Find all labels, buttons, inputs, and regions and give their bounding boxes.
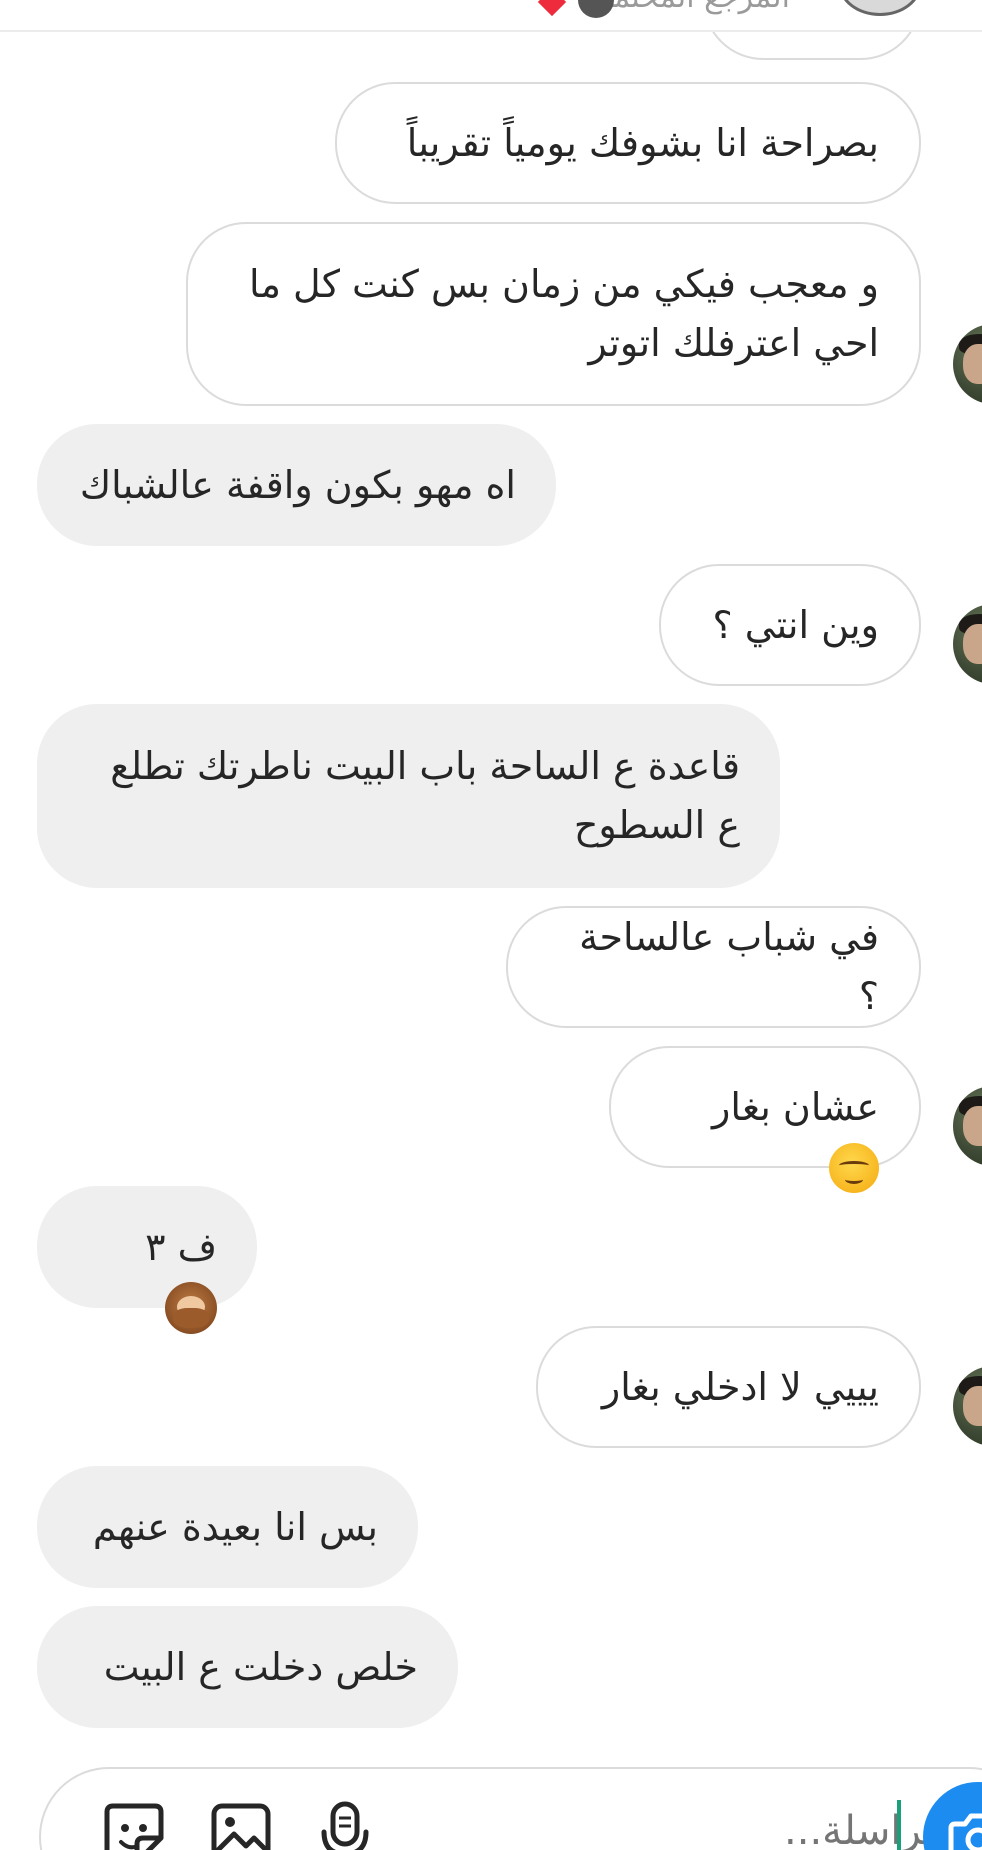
profile-avatar[interactable] (838, 0, 922, 16)
gallery-icon[interactable] (206, 1798, 276, 1850)
heart-icon (537, 0, 567, 17)
message-text: بصراحة انا بشوفك يومياً تقريباً (406, 120, 879, 165)
chat-screen: المرجع المحتملي بصراحة انا بشوفك يومياً … (0, 0, 982, 1850)
message-bubble-sent[interactable]: و معجب فيكي من زمان بس كنت كل ما احي اعت… (186, 222, 921, 406)
microphone-icon[interactable] (310, 1798, 380, 1850)
message-bubble-received[interactable]: بس انا بعيدة عنهم (37, 1466, 418, 1588)
message-text: اه مهو بكون واقفة عالشباك (79, 462, 516, 507)
message-text: قاعدة ع الساحة باب البيت ناطرتك تطلع ع ا… (110, 744, 740, 847)
message-bubble-received[interactable]: اه مهو بكون واقفة عالشباك (37, 424, 556, 546)
message-bubble-received[interactable]: قاعدة ع الساحة باب البيت ناطرتك تطلع ع ا… (37, 704, 780, 888)
message-bubble-received[interactable]: خلص دخلت ع البيت (37, 1606, 458, 1728)
sender-avatar[interactable] (953, 604, 982, 684)
message-bubble-sent[interactable]: يييي لا ادخلي بغار (536, 1326, 921, 1448)
sender-avatar[interactable] (953, 324, 982, 404)
sticker-icon[interactable] (99, 1798, 169, 1850)
message-text: يييي لا ادخلي بغار (601, 1364, 879, 1409)
message-bubble-sent[interactable]: عشان بغار (609, 1046, 921, 1193)
message-bubble-received[interactable]: ف ٣ (37, 1186, 257, 1334)
chat-header: المرجع المحتملي (0, 0, 982, 32)
story-ring-icon (578, 0, 614, 18)
message-text: و معجب فيكي من زمان بس كنت كل ما احي اعت… (249, 262, 879, 365)
message-bubble-sent[interactable]: بصراحة انا بشوفك يومياً تقريباً (335, 82, 921, 204)
message-text: في شباب عالساحة ؟ (579, 915, 879, 1018)
message-content: عشان بغار (651, 1019, 879, 1196)
see-no-evil-monkey-icon (165, 1282, 217, 1334)
message-composer (39, 1767, 982, 1850)
camera-icon (948, 1813, 982, 1850)
message-content: ف ٣ (77, 1159, 217, 1336)
sender-avatar[interactable] (953, 1366, 982, 1446)
message-bubble-sent[interactable]: وين انتي ؟ (659, 564, 921, 686)
text-caret (897, 1800, 901, 1850)
message-text: عشان بغار (712, 1084, 879, 1129)
sender-avatar[interactable] (953, 1086, 982, 1166)
message-bubble-sent[interactable]: في شباب عالساحة ؟ (506, 906, 921, 1028)
relieved-face-icon (829, 1143, 879, 1193)
message-input[interactable] (703, 1807, 947, 1850)
message-text: وين انتي ؟ (712, 602, 879, 647)
message-text: خلص دخلت ع البيت (103, 1644, 418, 1689)
message-text: بس انا بعيدة عنهم (92, 1504, 378, 1549)
message-text: ف ٣ (145, 1224, 217, 1269)
